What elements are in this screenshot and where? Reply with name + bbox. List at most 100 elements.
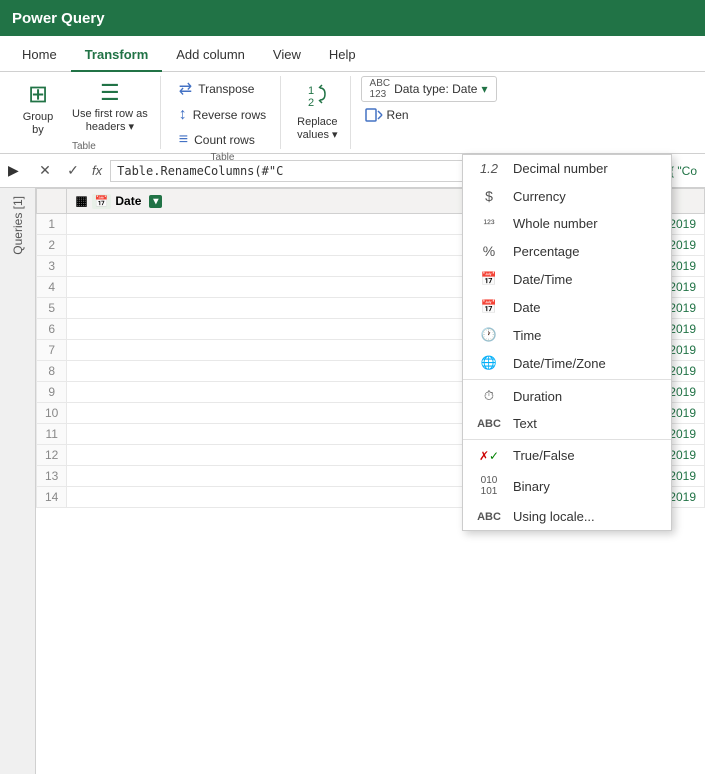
type-option-label: Decimal number: [513, 161, 608, 176]
tab-home[interactable]: Home: [8, 39, 71, 72]
transpose-button[interactable]: ⇄ Transpose: [173, 76, 272, 102]
ribbon-group-rows: ⇄ Transpose ↕ Reverse rows ≡ Count rows …: [165, 76, 281, 149]
reverse-rows-button[interactable]: ↕ Reverse rows: [173, 103, 272, 127]
type-option-label: Percentage: [513, 244, 580, 259]
data-type-dropdown[interactable]: ABC123 Data type: Date ▾: [361, 76, 497, 102]
type-option-label: Using locale...: [513, 509, 595, 524]
group-by-label: Groupby: [23, 111, 54, 137]
type-option-icon: 1.2: [475, 161, 503, 176]
row-number-cell: 3: [37, 256, 67, 277]
type-option-label: Currency: [513, 189, 566, 204]
dropdown-item-time[interactable]: 🕐 Time: [463, 321, 671, 349]
dropdown-item-text[interactable]: ABC Text: [463, 410, 671, 437]
row-number-cell: 4: [37, 277, 67, 298]
type-option-label: Date/Time: [513, 272, 572, 287]
reverse-rows-icon: ↕: [179, 106, 187, 124]
datatype-group-label: [427, 136, 430, 149]
ribbon-group-datatype: ABC123 Data type: Date ▾ Ren: [355, 76, 503, 149]
tab-view[interactable]: View: [259, 39, 315, 72]
dropdown-item-binary[interactable]: 010101 Binary: [463, 469, 671, 503]
date-col-label: Date: [115, 194, 141, 208]
svg-text:2: 2: [308, 97, 314, 108]
replace-group-label: [316, 146, 319, 159]
dropdown-item-using-locale---[interactable]: ABC Using locale...: [463, 503, 671, 530]
dropdown-item-percentage[interactable]: % Percentage: [463, 237, 671, 265]
type-option-label: Duration: [513, 389, 562, 404]
dropdown-item-date-time[interactable]: 📅 Date/Time: [463, 265, 671, 293]
sidebar: Queries [1]: [0, 188, 36, 774]
first-row-label: Use first row asheaders ▾: [72, 108, 148, 134]
reverse-rows-label: Reverse rows: [193, 108, 266, 122]
first-row-icon: ☰: [100, 80, 120, 106]
row-number-cell: 8: [37, 361, 67, 382]
group-by-icon: ⊞: [28, 80, 48, 109]
data-type-label: Data type: Date: [394, 82, 477, 96]
row-number-cell: 11: [37, 424, 67, 445]
type-option-icon: ABC: [475, 418, 503, 430]
type-option-label: True/False: [513, 448, 575, 463]
row-number-cell: 9: [37, 382, 67, 403]
date-col-dropdown-icon[interactable]: ▾: [149, 195, 162, 208]
formula-expand-toggle[interactable]: ▶: [8, 162, 28, 179]
type-option-icon: ¹²³: [475, 218, 503, 230]
table-group-label: Table: [72, 141, 96, 154]
row-number-cell: 2: [37, 235, 67, 256]
type-option-icon: $: [475, 188, 503, 204]
replace-values-icon: 1 2: [303, 80, 331, 114]
row-num-header: [37, 189, 67, 214]
type-option-label: Date/Time/Zone: [513, 356, 606, 371]
type-option-icon: 🕐: [475, 327, 503, 343]
type-option-icon: ABC: [475, 511, 503, 523]
datatype-abc-icon: ABC123: [370, 78, 391, 100]
rename-icon: [365, 106, 383, 124]
count-rows-button[interactable]: ≡ Count rows: [173, 128, 272, 152]
row-number-cell: 7: [37, 340, 67, 361]
dropdown-item-date[interactable]: 📅 Date: [463, 293, 671, 321]
ribbon-tabs: Home Transform Add column View Help: [0, 36, 705, 72]
transpose-icon: ⇄: [179, 79, 192, 99]
dropdown-item-true-false[interactable]: ✗✓ True/False: [463, 442, 671, 469]
type-option-label: Text: [513, 416, 537, 431]
app-title: Power Query: [12, 10, 105, 27]
replace-values-button[interactable]: 1 2 Replacevalues ▾: [291, 76, 343, 146]
type-option-icon: 🌐: [475, 355, 503, 371]
type-option-icon: ✗✓: [475, 449, 503, 463]
tab-help[interactable]: Help: [315, 39, 370, 72]
row-number-cell: 1: [37, 214, 67, 235]
first-row-headers-button[interactable]: ☰ Use first row asheaders ▾: [66, 76, 154, 138]
replace-values-label: Replacevalues ▾: [297, 116, 337, 142]
table-icon: ▦: [75, 193, 87, 209]
ribbon-group-table: ⊞ Groupby ☰ Use first row asheaders ▾ Ta…: [8, 76, 161, 149]
svg-text:1: 1: [308, 85, 314, 97]
dropdown-item-decimal-number[interactable]: 1.2 Decimal number: [463, 155, 671, 182]
row-number-cell: 10: [37, 403, 67, 424]
formula-confirm-button[interactable]: ✓: [62, 160, 84, 182]
rename-label: Ren: [387, 108, 409, 122]
type-option-icon: 📅: [475, 299, 503, 315]
type-option-icon: %: [475, 243, 503, 259]
rename-button[interactable]: Ren: [361, 104, 413, 126]
row-actions-group: ⇄ Transpose ↕ Reverse rows ≡ Count rows: [173, 76, 272, 152]
dropdown-item-duration[interactable]: ⏱ Duration: [463, 382, 671, 410]
count-rows-icon: ≡: [179, 131, 188, 149]
dropdown-item-whole-number[interactable]: ¹²³ Whole number: [463, 210, 671, 237]
queries-sidebar-label: Queries [1]: [11, 196, 25, 255]
row-number-cell: 12: [37, 445, 67, 466]
tab-add-column[interactable]: Add column: [162, 39, 259, 72]
transpose-label: Transpose: [198, 82, 254, 96]
date-type-icon: 📅: [92, 194, 112, 209]
group-by-button[interactable]: ⊞ Groupby: [14, 76, 62, 141]
formula-cancel-button[interactable]: ✕: [34, 160, 56, 182]
type-option-icon: 010101: [475, 475, 503, 497]
fx-label: fx: [92, 163, 102, 178]
count-rows-label: Count rows: [194, 133, 255, 147]
type-option-label: Date: [513, 300, 540, 315]
row-number-cell: 5: [37, 298, 67, 319]
title-bar: Power Query: [0, 0, 705, 36]
ribbon: ⊞ Groupby ☰ Use first row asheaders ▾ Ta…: [0, 72, 705, 154]
dropdown-item-date-time-zone[interactable]: 🌐 Date/Time/Zone: [463, 349, 671, 377]
dropdown-item-currency[interactable]: $ Currency: [463, 182, 671, 210]
tab-transform[interactable]: Transform: [71, 39, 163, 72]
type-option-icon: 📅: [475, 271, 503, 287]
type-option-label: Binary: [513, 479, 550, 494]
